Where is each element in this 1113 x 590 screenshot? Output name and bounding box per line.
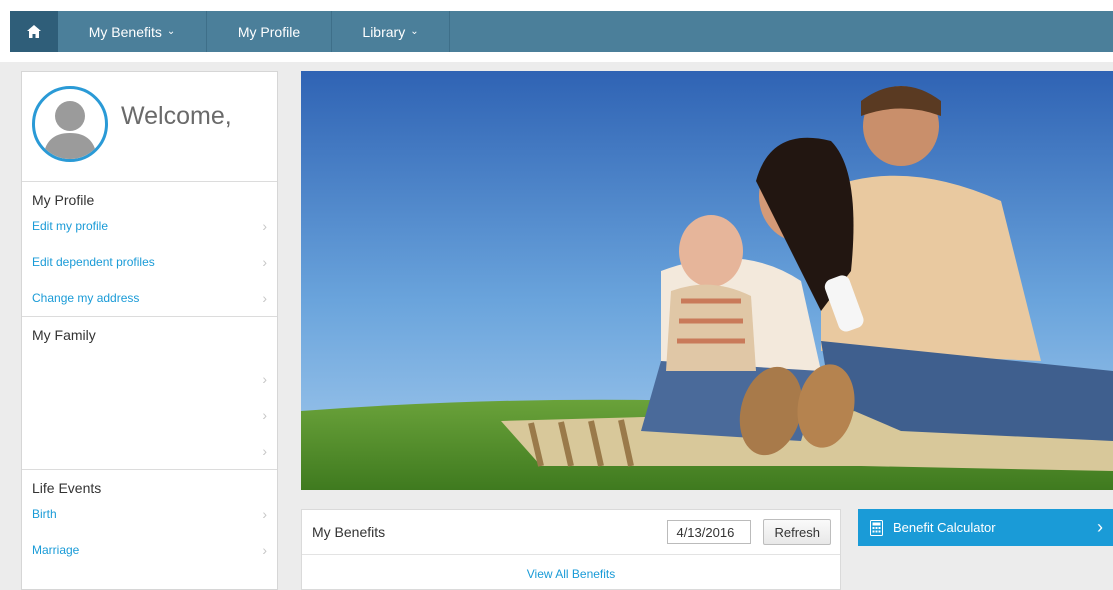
my-profile-heading: My Profile (32, 192, 95, 208)
family-photo (301, 71, 1113, 490)
chevron-right-icon: › (262, 407, 267, 423)
calculator-icon (870, 519, 883, 536)
change-address-label: Change my address (32, 291, 140, 305)
chevron-right-icon: › (262, 290, 267, 306)
chevron-down-icon: ⌄ (166, 26, 176, 37)
benefit-calculator-button[interactable]: Benefit Calculator › (858, 509, 1113, 546)
welcome-text: Welcome, (121, 102, 232, 130)
birth-event-link[interactable]: Birth › (22, 496, 277, 532)
sidebar: Welcome, My Profile Edit my profile › Ed… (21, 71, 278, 590)
my-benefits-title: My Benefits (312, 524, 386, 540)
edit-dependent-profiles-link[interactable]: Edit dependent profiles › (22, 244, 277, 280)
my-benefits-card: My Benefits Refresh View All Benefits (301, 509, 841, 590)
nav-my-benefits-label: My Benefits (88, 23, 162, 40)
marriage-event-link[interactable]: Marriage › (22, 532, 277, 568)
life-events-heading: Life Events (32, 480, 102, 496)
nav-library[interactable]: Library ⌄ (332, 11, 450, 52)
nav-my-benefits[interactable]: My Benefits ⌄ (58, 11, 207, 52)
family-member-item[interactable]: › (22, 397, 277, 433)
nav-library-label: Library (362, 23, 406, 40)
edit-profile-link[interactable]: Edit my profile › (22, 208, 277, 244)
home-icon (27, 25, 41, 38)
family-member-item[interactable]: › (22, 361, 277, 397)
chevron-right-icon: › (262, 371, 267, 387)
chevron-right-icon: › (1097, 517, 1103, 537)
my-family-heading: My Family (32, 327, 96, 343)
chevron-right-icon: › (262, 506, 267, 522)
chevron-down-icon: ⌄ (410, 26, 419, 37)
benefits-date-input[interactable] (667, 520, 752, 544)
main-nav: My Benefits ⌄ My Profile Library ⌄ (10, 11, 1113, 52)
avatar (32, 86, 108, 162)
hero-image (301, 71, 1113, 490)
family-member-item[interactable]: › (22, 433, 277, 469)
top-bar: My Benefits ⌄ My Profile Library ⌄ (0, 0, 1113, 62)
nav-my-profile-label: My Profile (237, 23, 301, 40)
marriage-label: Marriage (32, 543, 80, 557)
benefit-calculator-label: Benefit Calculator (893, 520, 996, 535)
chevron-right-icon: › (262, 542, 267, 558)
edit-dependent-profiles-label: Edit dependent profiles (32, 255, 155, 269)
chevron-right-icon: › (262, 254, 267, 270)
refresh-button[interactable]: Refresh (763, 519, 831, 545)
change-address-link[interactable]: Change my address › (22, 280, 277, 316)
welcome-panel: Welcome, (22, 72, 277, 182)
edit-profile-label: Edit my profile (32, 219, 109, 233)
view-all-benefits-link[interactable]: View All Benefits (302, 555, 840, 581)
avatar-icon (43, 101, 97, 159)
benefits-header: My Benefits Refresh (302, 510, 840, 555)
chevron-right-icon: › (262, 443, 267, 459)
nav-my-profile[interactable]: My Profile (207, 11, 332, 52)
birth-label: Birth (32, 507, 57, 521)
home-button[interactable] (10, 11, 58, 52)
chevron-right-icon: › (262, 218, 267, 234)
